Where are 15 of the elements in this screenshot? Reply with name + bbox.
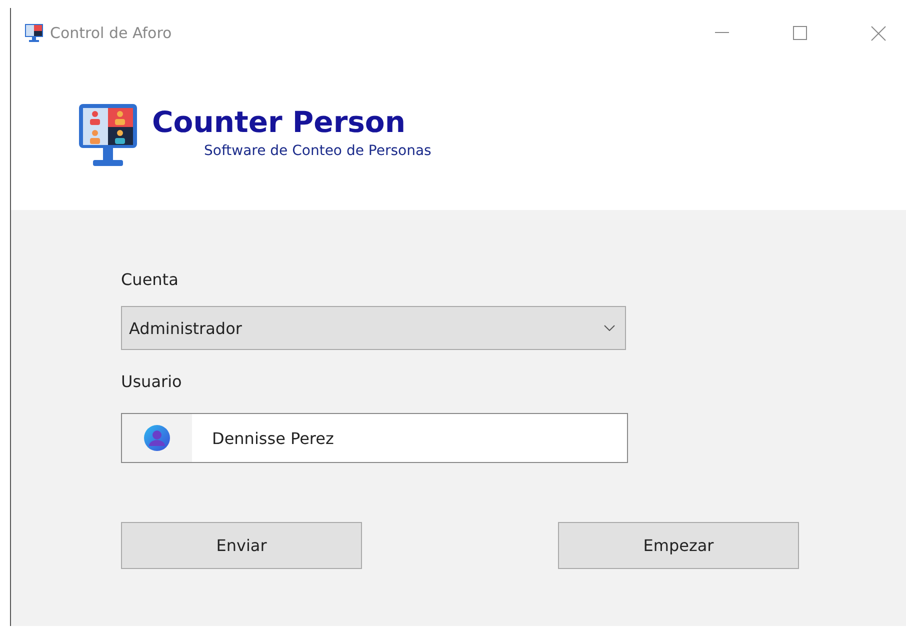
user-name-field[interactable]: Dennisse Perez — [121, 413, 628, 463]
action-button[interactable]: Empezar — [558, 522, 799, 569]
maximize-icon[interactable] — [793, 26, 807, 40]
app-subtitle: Software de Conteo de Personas — [204, 143, 432, 159]
app-title: Counter Person — [152, 105, 406, 139]
user-label: Usuario — [121, 372, 182, 391]
account-label: Cuenta — [121, 270, 178, 289]
close-icon[interactable] — [871, 26, 886, 40]
minimize-icon[interactable] — [715, 32, 729, 34]
account-dropdown[interactable]: Administrador — [121, 306, 626, 350]
window-title: Control de Aforo — [50, 24, 172, 42]
chevron-down-icon — [604, 325, 615, 331]
app-monitor-icon — [24, 23, 44, 43]
action-button[interactable]: Enviar — [121, 522, 362, 569]
user-avatar-icon — [144, 425, 170, 451]
